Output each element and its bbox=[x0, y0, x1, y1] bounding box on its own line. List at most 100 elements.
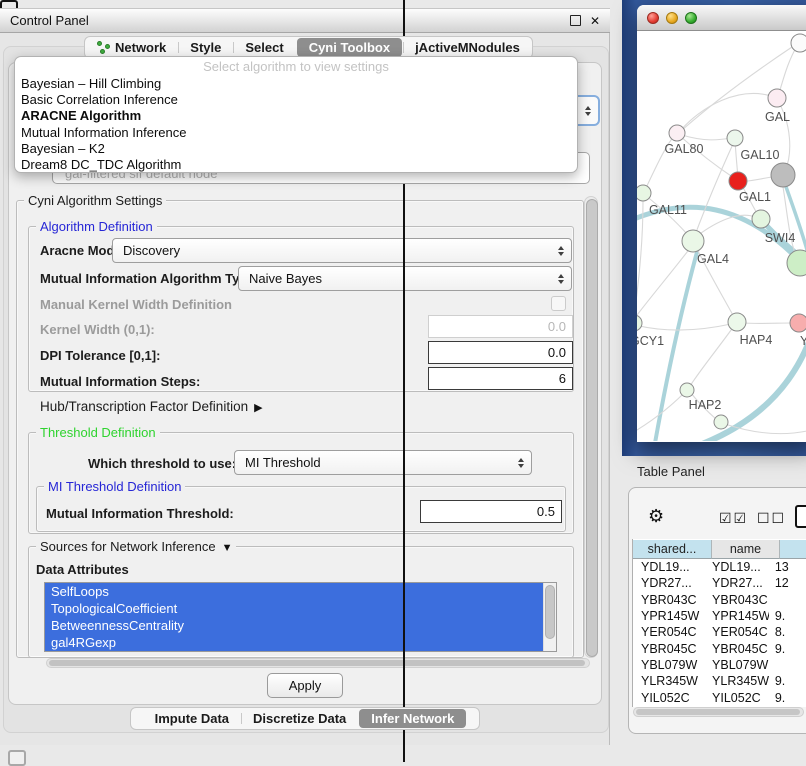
tab-label: Cyni Toolbox bbox=[309, 40, 390, 55]
table-hscroll-thumb[interactable] bbox=[636, 709, 800, 715]
bottom-tab-discretize-data[interactable]: Discretize Data bbox=[241, 708, 358, 729]
settings-vscroll-thumb[interactable] bbox=[586, 199, 598, 657]
column-header[interactable]: name bbox=[712, 540, 780, 559]
table-cell: YBR043C bbox=[706, 593, 769, 607]
data-attribute-item[interactable]: SelfLoops bbox=[45, 583, 544, 600]
cyni-settings-group-title: Cyni Algorithm Settings bbox=[24, 193, 166, 208]
algorithm-definition-title: Algorithm Definition bbox=[36, 219, 157, 234]
algorithm-option-mutual-information-inference[interactable]: Mutual Information Inference bbox=[15, 125, 577, 141]
table-cell: YLR345W bbox=[706, 674, 769, 688]
document-icon[interactable] bbox=[795, 505, 806, 528]
dock-panel-icon[interactable] bbox=[8, 750, 26, 766]
network-canvas[interactable]: GALGAL80GAL10GAL1GAL11SWI4GAL4GCY1HAP4YH… bbox=[637, 31, 806, 441]
network-edge bbox=[681, 94, 777, 130]
network-node[interactable] bbox=[680, 383, 694, 397]
network-node[interactable] bbox=[771, 163, 795, 187]
tab-style[interactable]: Style bbox=[178, 37, 233, 58]
node-label: Y bbox=[800, 334, 806, 348]
combo-stepper-icon bbox=[558, 246, 564, 256]
checked-boxes-icon[interactable]: ☑☑ bbox=[719, 510, 748, 527]
sources-group-title[interactable]: Sources for Network Inference ▼ bbox=[36, 539, 236, 554]
list-scrollbar-thumb[interactable] bbox=[545, 585, 555, 639]
unchecked-boxes-icon[interactable]: ☐☐ bbox=[757, 510, 786, 527]
tab-label: jActiveMNodules bbox=[415, 40, 520, 55]
algorithm-option-aracne-algorithm[interactable]: ARACNE Algorithm bbox=[15, 108, 577, 124]
network-node[interactable] bbox=[768, 89, 786, 107]
settings-vertical-scrollbar[interactable] bbox=[584, 196, 598, 658]
hub-section-toggle[interactable]: Hub/Transcription Factor Definition▶ bbox=[40, 399, 263, 414]
table-cell: YPR145W bbox=[633, 609, 706, 623]
network-node[interactable] bbox=[669, 125, 685, 141]
close-icon[interactable]: ✕ bbox=[590, 15, 600, 27]
gear-icon[interactable]: ⚙ bbox=[648, 506, 664, 527]
kernel-width-field[interactable]: 0.0 bbox=[428, 315, 573, 338]
mi-algorithm-type-combo[interactable]: Naive Bayes bbox=[238, 266, 572, 291]
network-node[interactable] bbox=[752, 210, 770, 228]
mi-steps-field[interactable]: 6 bbox=[428, 367, 573, 390]
tab-jactivemnodules[interactable]: jActiveMNodules bbox=[403, 37, 532, 58]
network-node[interactable] bbox=[729, 172, 747, 190]
table-row[interactable]: YDL19...YDL19...13 bbox=[633, 559, 806, 575]
table-cell: YDR27... bbox=[706, 576, 769, 590]
bottom-tab-infer-network[interactable]: Infer Network bbox=[359, 709, 466, 728]
table-cell: YBL079W bbox=[706, 658, 769, 672]
expanded-arrow-icon: ▼ bbox=[222, 542, 233, 554]
table-row[interactable]: YER054CYER054C8. bbox=[633, 624, 806, 640]
sources-title-text: Sources for Network Inference bbox=[40, 539, 216, 554]
network-node[interactable] bbox=[637, 185, 651, 201]
which-threshold-combo[interactable]: MI Threshold bbox=[234, 450, 532, 475]
table-cell: YPR145W bbox=[706, 609, 769, 623]
mi-algorithm-type-value: Naive Bayes bbox=[249, 271, 322, 286]
settings-horizontal-scrollbar[interactable] bbox=[46, 658, 590, 668]
table-row[interactable]: YBR043CYBR043C bbox=[633, 592, 806, 608]
zoom-traffic-light-icon[interactable] bbox=[685, 12, 697, 24]
table-row[interactable]: YIL052CYIL052C9. bbox=[633, 689, 806, 705]
table-row[interactable]: YDR27...YDR27...12 bbox=[633, 575, 806, 591]
combo-stepper-icon bbox=[518, 458, 524, 468]
data-attribute-item[interactable]: TopologicalCoefficient bbox=[45, 600, 544, 617]
list-scrollbar[interactable] bbox=[543, 583, 556, 651]
mi-threshold-label: Mutual Information Threshold: bbox=[46, 506, 234, 521]
data-attribute-item[interactable]: gal4RGexp bbox=[45, 634, 544, 651]
mi-threshold-field[interactable]: 0.5 bbox=[420, 500, 562, 523]
network-window-titlebar[interactable] bbox=[637, 5, 806, 31]
algorithm-option-dream8-dc-tdc-algorithm[interactable]: Dream8 DC_TDC Algorithm bbox=[15, 157, 577, 173]
network-node[interactable] bbox=[790, 314, 806, 332]
data-attribute-item[interactable]: BetweennessCentrality bbox=[45, 617, 544, 634]
apply-button[interactable]: Apply bbox=[267, 673, 343, 698]
table-row[interactable]: YBR045CYBR045C9. bbox=[633, 640, 806, 656]
network-node[interactable] bbox=[727, 130, 743, 146]
close-traffic-light-icon[interactable] bbox=[647, 12, 659, 24]
column-header[interactable]: shared... bbox=[633, 540, 712, 559]
aracne-mode-combo[interactable]: Discovery bbox=[112, 238, 572, 263]
algorithm-option-bayesian-hill-climbing[interactable]: Bayesian – Hill Climbing bbox=[15, 76, 577, 92]
table-row[interactable]: YBL079WYBL079W bbox=[633, 657, 806, 673]
node-label: GAL80 bbox=[665, 142, 704, 156]
tab-select[interactable]: Select bbox=[233, 37, 295, 58]
dpi-tolerance-field[interactable]: 0.0 bbox=[428, 341, 573, 364]
bottom-tab-impute-data[interactable]: Impute Data bbox=[143, 708, 241, 729]
table-horizontal-scrollbar[interactable] bbox=[633, 707, 804, 717]
network-node[interactable] bbox=[637, 315, 642, 331]
table-panel-title: Table Panel bbox=[637, 464, 705, 479]
table-row[interactable]: YLR345WYLR345W9. bbox=[633, 673, 806, 689]
table-cell: 9. bbox=[769, 691, 806, 705]
algorithm-option-basic-correlation-inference[interactable]: Basic Correlation Inference bbox=[15, 92, 577, 108]
network-node[interactable] bbox=[682, 230, 704, 252]
table-row[interactable]: YPR145WYPR145W9. bbox=[633, 608, 806, 624]
column-header[interactable] bbox=[780, 540, 806, 559]
network-edge bbox=[637, 324, 731, 330]
algorithm-option-bayesian-k2[interactable]: Bayesian – K2 bbox=[15, 141, 577, 157]
minimize-traffic-light-icon[interactable] bbox=[666, 12, 678, 24]
manual-kernel-width-checkbox[interactable] bbox=[551, 296, 566, 311]
settings-hscroll-thumb[interactable] bbox=[49, 660, 585, 666]
table-cell: YIL052C bbox=[633, 691, 706, 705]
tab-cyni-toolbox[interactable]: Cyni Toolbox bbox=[297, 38, 402, 57]
data-attributes-list[interactable]: SelfLoopsTopologicalCoefficientBetweenne… bbox=[44, 582, 557, 652]
network-node[interactable] bbox=[728, 313, 746, 331]
control-panel-titlebar: Control Panel ✕ bbox=[0, 8, 610, 33]
tab-network[interactable]: Network bbox=[85, 37, 178, 58]
network-node[interactable] bbox=[791, 34, 806, 52]
network-node[interactable] bbox=[714, 415, 728, 429]
float-window-icon[interactable] bbox=[570, 15, 581, 26]
